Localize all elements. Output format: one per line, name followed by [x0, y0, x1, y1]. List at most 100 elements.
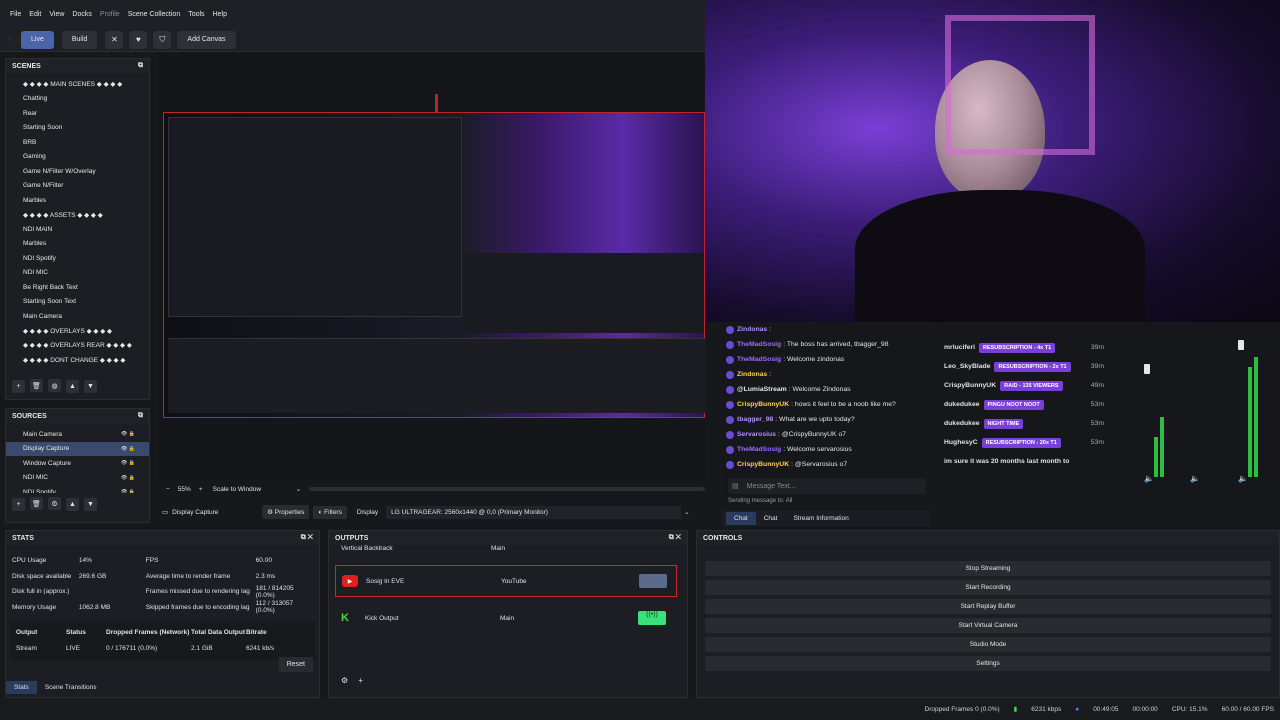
menu-view[interactable]: View [49, 11, 64, 18]
heart-icon[interactable]: ♥ [129, 30, 148, 49]
close-icon[interactable]: ⧉ ✕ [669, 534, 681, 542]
remove-source-icon[interactable]: 🗑 [30, 497, 43, 510]
menu-scene-collection[interactable]: Scene Collection [128, 11, 181, 18]
canvas-preview[interactable] [163, 112, 706, 418]
chat-username[interactable]: tbagger_98 [737, 416, 773, 423]
chat-username[interactable]: Zindonas [737, 371, 767, 378]
chat-username[interactable]: CrispyBunnyUK [737, 401, 789, 408]
zoom-out-icon[interactable]: − [166, 486, 170, 493]
scene-item[interactable]: Starting Soon Text [6, 295, 149, 310]
scene-item[interactable]: Be Right Back Text [6, 280, 149, 295]
chat-username[interactable]: TheMadSosig [737, 356, 781, 363]
menu-tools[interactable]: Tools [188, 11, 204, 18]
move-down-icon[interactable]: ▼ [84, 497, 97, 511]
tools-icon[interactable]: ✕ [105, 30, 124, 49]
close-icon[interactable]: ⧉ ✕ [301, 534, 313, 542]
stop-streaming-button[interactable]: Stop Streaming [705, 561, 1271, 576]
chat-input[interactable]: ▤ Message Text... [728, 478, 926, 494]
studio-mode-button[interactable]: Studio Mode [705, 637, 1271, 652]
undock-icon[interactable]: ⧉ [138, 412, 143, 420]
chevron-down-icon[interactable]: ⌄ [684, 508, 689, 516]
speaker-icon[interactable]: 🔈 [1238, 474, 1248, 483]
add-scene-icon[interactable]: + [12, 379, 25, 393]
scene-item[interactable]: Game N/Filter [6, 179, 149, 194]
scene-item[interactable]: Main Camera [6, 309, 149, 324]
chat-username[interactable]: Servarosius [737, 431, 776, 438]
move-up-icon[interactable]: ▲ [66, 497, 79, 511]
preview-scrollbar[interactable] [309, 487, 705, 491]
scene-item[interactable]: Starting Soon [6, 121, 149, 136]
scene-filter-icon[interactable]: ◍ [48, 379, 61, 392]
source-settings-icon[interactable]: ⚙ [48, 497, 61, 510]
gear-icon[interactable]: ⚙ [341, 676, 348, 685]
eye-lock-icon[interactable]: 👁 🔒 [121, 446, 135, 452]
scene-item[interactable]: BRB [6, 135, 149, 150]
undock-icon[interactable]: ⧉ [138, 62, 143, 70]
source-item[interactable]: Window Capture 👁 🔒 [6, 456, 149, 471]
scene-item[interactable]: ◆ ◆ ◆ ◆ OVERLAYS ◆ ◆ ◆ ◆ [6, 324, 149, 339]
scene-item[interactable]: NDI Spotify [6, 251, 149, 266]
scene-item[interactable]: NDI MIC [6, 266, 149, 281]
volume-slider[interactable] [1144, 364, 1150, 374]
start-recording-button[interactable]: Start Recording [705, 580, 1271, 595]
tab-stream-information[interactable]: Stream Information [785, 512, 856, 525]
menu-file[interactable]: File [10, 11, 21, 18]
shield-icon[interactable]: ⛉ [153, 30, 172, 49]
chat-username[interactable]: TheMadSosig [737, 341, 781, 348]
scale-select[interactable]: Scale to Window [213, 486, 292, 493]
chat-username[interactable]: @LumiaStream [737, 386, 787, 393]
scene-item[interactable]: Marbles [6, 193, 149, 208]
chat-username[interactable]: Zindonas [737, 326, 767, 333]
scene-item[interactable]: Game N/Filter W/Overlay [6, 164, 149, 179]
chevron-down-icon[interactable]: ⌄ [296, 485, 301, 493]
add-output-icon[interactable]: + [358, 676, 363, 685]
eye-lock-icon[interactable]: 👁 🔒 [121, 460, 135, 466]
menu-edit[interactable]: Edit [29, 11, 41, 18]
scene-item[interactable]: Chatting [6, 92, 149, 107]
start-virtual-camera-button[interactable]: Start Virtual Camera [705, 618, 1271, 633]
source-item[interactable]: Display Capture 👁 🔒 [6, 441, 149, 456]
chat-username[interactable]: TheMadSosig [737, 446, 781, 453]
filters-button[interactable]: ◐ Filters [313, 505, 347, 519]
source-item[interactable]: NDI Spotify 👁 🔒 [6, 485, 149, 493]
output-toggle[interactable] [639, 574, 667, 588]
scene-item[interactable]: ◆ ◆ ◆ ◆ OVERLAYS REAR ◆ ◆ ◆ ◆ [6, 338, 149, 353]
top-handle[interactable] [435, 94, 438, 112]
reset-button[interactable]: Reset [278, 657, 313, 672]
volume-slider[interactable] [1238, 340, 1244, 350]
scene-item[interactable]: Rear [6, 106, 149, 121]
tab-scene-transitions[interactable]: Scene Transitions [37, 681, 105, 694]
start-replay-buffer-button[interactable]: Start Replay Buffer [705, 599, 1271, 614]
source-item[interactable]: Main Camera 👁 🔒 [6, 427, 149, 442]
menu-profile[interactable]: Profile [100, 11, 120, 18]
move-down-icon[interactable]: ▼ [84, 379, 97, 393]
eye-lock-icon[interactable]: 👁 🔒 [121, 475, 135, 481]
speaker-icon[interactable]: 🔈 [1144, 474, 1154, 483]
live-button[interactable]: Live [21, 30, 54, 49]
zoom-in-icon[interactable]: + [199, 486, 203, 493]
tab-stats[interactable]: Stats [6, 681, 37, 694]
menu-docks[interactable]: Docks [72, 11, 91, 18]
move-up-icon[interactable]: ▲ [66, 379, 79, 393]
menu-help[interactable]: Help [213, 11, 227, 18]
output-toggle[interactable]: ((•)) [638, 611, 666, 625]
scene-item[interactable]: ◆ ◆ ◆ ◆ MAIN SCENES ◆ ◆ ◆ ◆ [6, 77, 149, 92]
eye-lock-icon[interactable]: 👁 🔒 [121, 431, 135, 437]
scene-item[interactable]: NDI MAIN [6, 222, 149, 237]
display-select[interactable]: LG ULTRAGEAR: 2560x1440 @ 0,0 (Primary M… [386, 505, 682, 519]
settings-button[interactable]: Settings [705, 656, 1271, 671]
speaker-icon[interactable]: 🔈 [1190, 474, 1200, 483]
add-canvas-button[interactable]: Add Canvas [177, 30, 236, 49]
output-row[interactable]: K Kick Output Main ((•)) [335, 607, 677, 629]
tab-chat-active[interactable]: Chat [726, 511, 756, 525]
chat-username[interactable]: CrispyBunnyUK [737, 461, 789, 468]
scene-item[interactable]: ◆ ◆ ◆ ◆ ASSETS ◆ ◆ ◆ ◆ [6, 208, 149, 223]
scene-item[interactable]: Gaming [6, 150, 149, 165]
source-item[interactable]: NDI MIC 👁 🔒 [6, 471, 149, 486]
properties-button[interactable]: ⚙ Properties [262, 505, 310, 519]
remove-scene-icon[interactable]: 🗑 [30, 379, 43, 392]
add-source-icon[interactable]: + [12, 497, 25, 511]
scene-item[interactable]: Marbles [6, 237, 149, 252]
tab-chat[interactable]: Chat [756, 512, 786, 525]
eye-lock-icon[interactable]: 👁 🔒 [121, 489, 135, 493]
